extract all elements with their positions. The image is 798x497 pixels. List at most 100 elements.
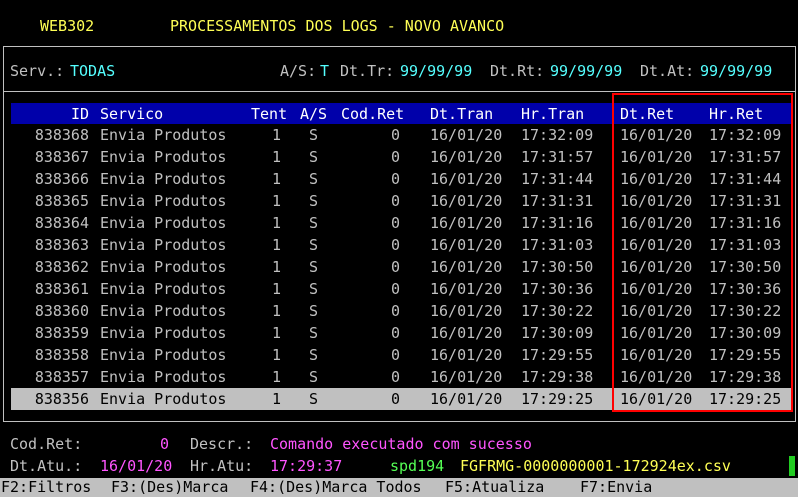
cell-dtret: 16/01/20 <box>620 302 693 320</box>
cell-dtret: 16/01/20 <box>620 214 693 232</box>
f4-key[interactable]: F4:(Des)Marca Todos <box>250 478 422 497</box>
cell-hrret: 17:30:36 <box>709 280 782 298</box>
cell-hrret: 17:29:38 <box>709 368 782 386</box>
grid-header: ID Servico Tent A/S Cod.Ret Dt.Tran Hr.T… <box>11 103 793 124</box>
cell-as: S <box>309 302 319 320</box>
table-row[interactable]: 838358 Envia Produtos 1 S 0 16/01/20 17:29:55 1… <box>11 344 793 366</box>
table-row[interactable]: 838359 Envia Produtos 1 S 0 16/01/20 17:30:09 1… <box>11 322 793 344</box>
frame-left-line <box>3 46 4 422</box>
cell-hrtran: 17:31:31 <box>521 192 594 210</box>
table-row[interactable]: 838364 Envia Produtos 1 S 0 16/01/20 17:31:16 1… <box>11 212 793 234</box>
table-row[interactable]: 838363 Envia Produtos 1 S 0 16/01/20 17:31:03 1… <box>11 234 793 256</box>
as-field[interactable]: T <box>320 61 329 81</box>
table-row[interactable]: 838366 Envia Produtos 1 S 0 16/01/20 17:31:44 1… <box>11 168 793 190</box>
cell-id: 838363 <box>34 236 89 254</box>
cell-servico: Envia Produtos <box>100 390 227 408</box>
cell-servico: Envia Produtos <box>100 258 227 276</box>
table-row[interactable]: 838367 Envia Produtos 1 S 0 16/01/20 17:31:57 1… <box>11 146 793 168</box>
cell-as: S <box>309 346 319 364</box>
col-servico-header[interactable]: Servico <box>100 104 163 124</box>
dtrt-field[interactable]: 99/99/99 <box>550 61 622 81</box>
cell-tent: 1 <box>271 148 281 166</box>
cell-tent: 1 <box>271 192 281 210</box>
program-code: WEB302 <box>40 17 95 35</box>
cell-dttran: 16/01/20 <box>430 126 503 144</box>
cell-dtret: 16/01/20 <box>620 258 693 276</box>
cell-as: S <box>309 192 319 210</box>
cell-id: 838367 <box>34 148 89 166</box>
table-row[interactable]: 838362 Envia Produtos 1 S 0 16/01/20 17:30:50 1… <box>11 256 793 278</box>
cell-tent: 1 <box>271 368 281 386</box>
table-row[interactable]: 838356 Envia Produtos 1 S 0 16/01/20 17:29:25 1… <box>11 388 793 410</box>
serv-field[interactable]: TODAS <box>70 61 115 81</box>
cell-dttran: 16/01/20 <box>430 214 503 232</box>
cell-servico: Envia Produtos <box>100 324 227 342</box>
user-value: spd194 <box>390 457 445 475</box>
cell-servico: Envia Produtos <box>100 368 227 386</box>
serv-label: Serv.: <box>10 62 65 80</box>
dttr-field[interactable]: 99/99/99 <box>400 61 472 81</box>
cell-hrret: 17:31:03 <box>709 236 782 254</box>
cell-hrret: 17:32:09 <box>709 126 782 144</box>
cell-hrret: 17:31:16 <box>709 214 782 232</box>
cell-hrret: 17:30:50 <box>709 258 782 276</box>
cell-id: 838358 <box>34 346 89 364</box>
col-hrret-header[interactable]: Hr.Ret <box>709 104 763 124</box>
cell-dtret: 16/01/20 <box>620 192 693 210</box>
cell-hrret: 17:29:25 <box>709 390 782 408</box>
cell-tent: 1 <box>271 126 281 144</box>
codret-label: Cod.Ret: <box>10 435 83 453</box>
col-dttran-header[interactable]: Dt.Tran <box>430 104 493 124</box>
cell-id: 838364 <box>34 214 89 232</box>
cell-dtret: 16/01/20 <box>620 346 693 364</box>
cell-dttran: 16/01/20 <box>430 390 503 408</box>
cell-servico: Envia Produtos <box>100 126 227 144</box>
cell-hrtran: 17:30:36 <box>521 280 594 298</box>
cell-codret: 0 <box>390 302 400 320</box>
f2-key[interactable]: F2:Filtros <box>1 478 91 497</box>
col-tent-header[interactable]: Tent <box>251 104 287 124</box>
f7-key[interactable]: F7:Envia <box>580 478 652 497</box>
cell-dttran: 16/01/20 <box>430 346 503 364</box>
filter-separator-line <box>3 91 795 92</box>
cell-hrret: 17:30:22 <box>709 302 782 320</box>
table-row[interactable]: 838368 Envia Produtos 1 S 0 16/01/20 17:32:09 1… <box>11 124 793 146</box>
cell-hrtran: 17:31:03 <box>521 236 594 254</box>
table-row[interactable]: 838361 Envia Produtos 1 S 0 16/01/20 17:30:36 1… <box>11 278 793 300</box>
table-row[interactable]: 838365 Envia Produtos 1 S 0 16/01/20 17:31:31 1… <box>11 190 793 212</box>
cell-codret: 0 <box>390 280 400 298</box>
cell-dtret: 16/01/20 <box>620 126 693 144</box>
cell-tent: 1 <box>271 324 281 342</box>
col-codret-header[interactable]: Cod.Ret <box>341 104 404 124</box>
cell-as: S <box>309 368 319 386</box>
cell-dtret: 16/01/20 <box>620 280 693 298</box>
cell-as: S <box>309 214 319 232</box>
f3-key[interactable]: F3:(Des)Marca <box>111 478 228 497</box>
table-row[interactable]: 838357 Envia Produtos 1 S 0 16/01/20 17:29:38 1… <box>11 366 793 388</box>
col-as-header[interactable]: A/S <box>300 104 327 124</box>
table-row[interactable]: 838360 Envia Produtos 1 S 0 16/01/20 17:30:22 1… <box>11 300 793 322</box>
dtat-field[interactable]: 99/99/99 <box>700 61 772 81</box>
dttr-label: Dt.Tr: <box>340 62 395 80</box>
col-dtret-header[interactable]: Dt.Ret <box>620 104 674 124</box>
cell-id: 838365 <box>34 192 89 210</box>
col-id-header[interactable]: ID <box>11 104 89 124</box>
dtatu-label: Dt.Atu.: <box>10 457 83 475</box>
cell-id: 838361 <box>34 280 89 298</box>
cell-servico: Envia Produtos <box>100 148 227 166</box>
cell-as: S <box>309 170 319 188</box>
screen-title: PROCESSAMENTOS DOS LOGS - NOVO AVANCO <box>170 17 505 35</box>
hratu-label: Hr.Atu: <box>190 457 254 475</box>
frame-right-line <box>795 46 796 422</box>
cell-hrtran: 17:31:44 <box>521 170 594 188</box>
cell-dttran: 16/01/20 <box>430 302 503 320</box>
cell-as: S <box>309 280 319 298</box>
col-hrtran-header[interactable]: Hr.Tran <box>521 104 584 124</box>
function-key-bar: F2:Filtros F3:(Des)Marca F4:(Des)Marca T… <box>0 478 798 497</box>
cell-id: 838366 <box>34 170 89 188</box>
descr-value: Comando executado com sucesso <box>270 435 532 453</box>
cell-dtret: 16/01/20 <box>620 324 693 342</box>
f5-key[interactable]: F5:Atualiza <box>445 478 544 497</box>
cell-hrtran: 17:30:22 <box>521 302 594 320</box>
cell-hrtran: 17:31:57 <box>521 148 594 166</box>
